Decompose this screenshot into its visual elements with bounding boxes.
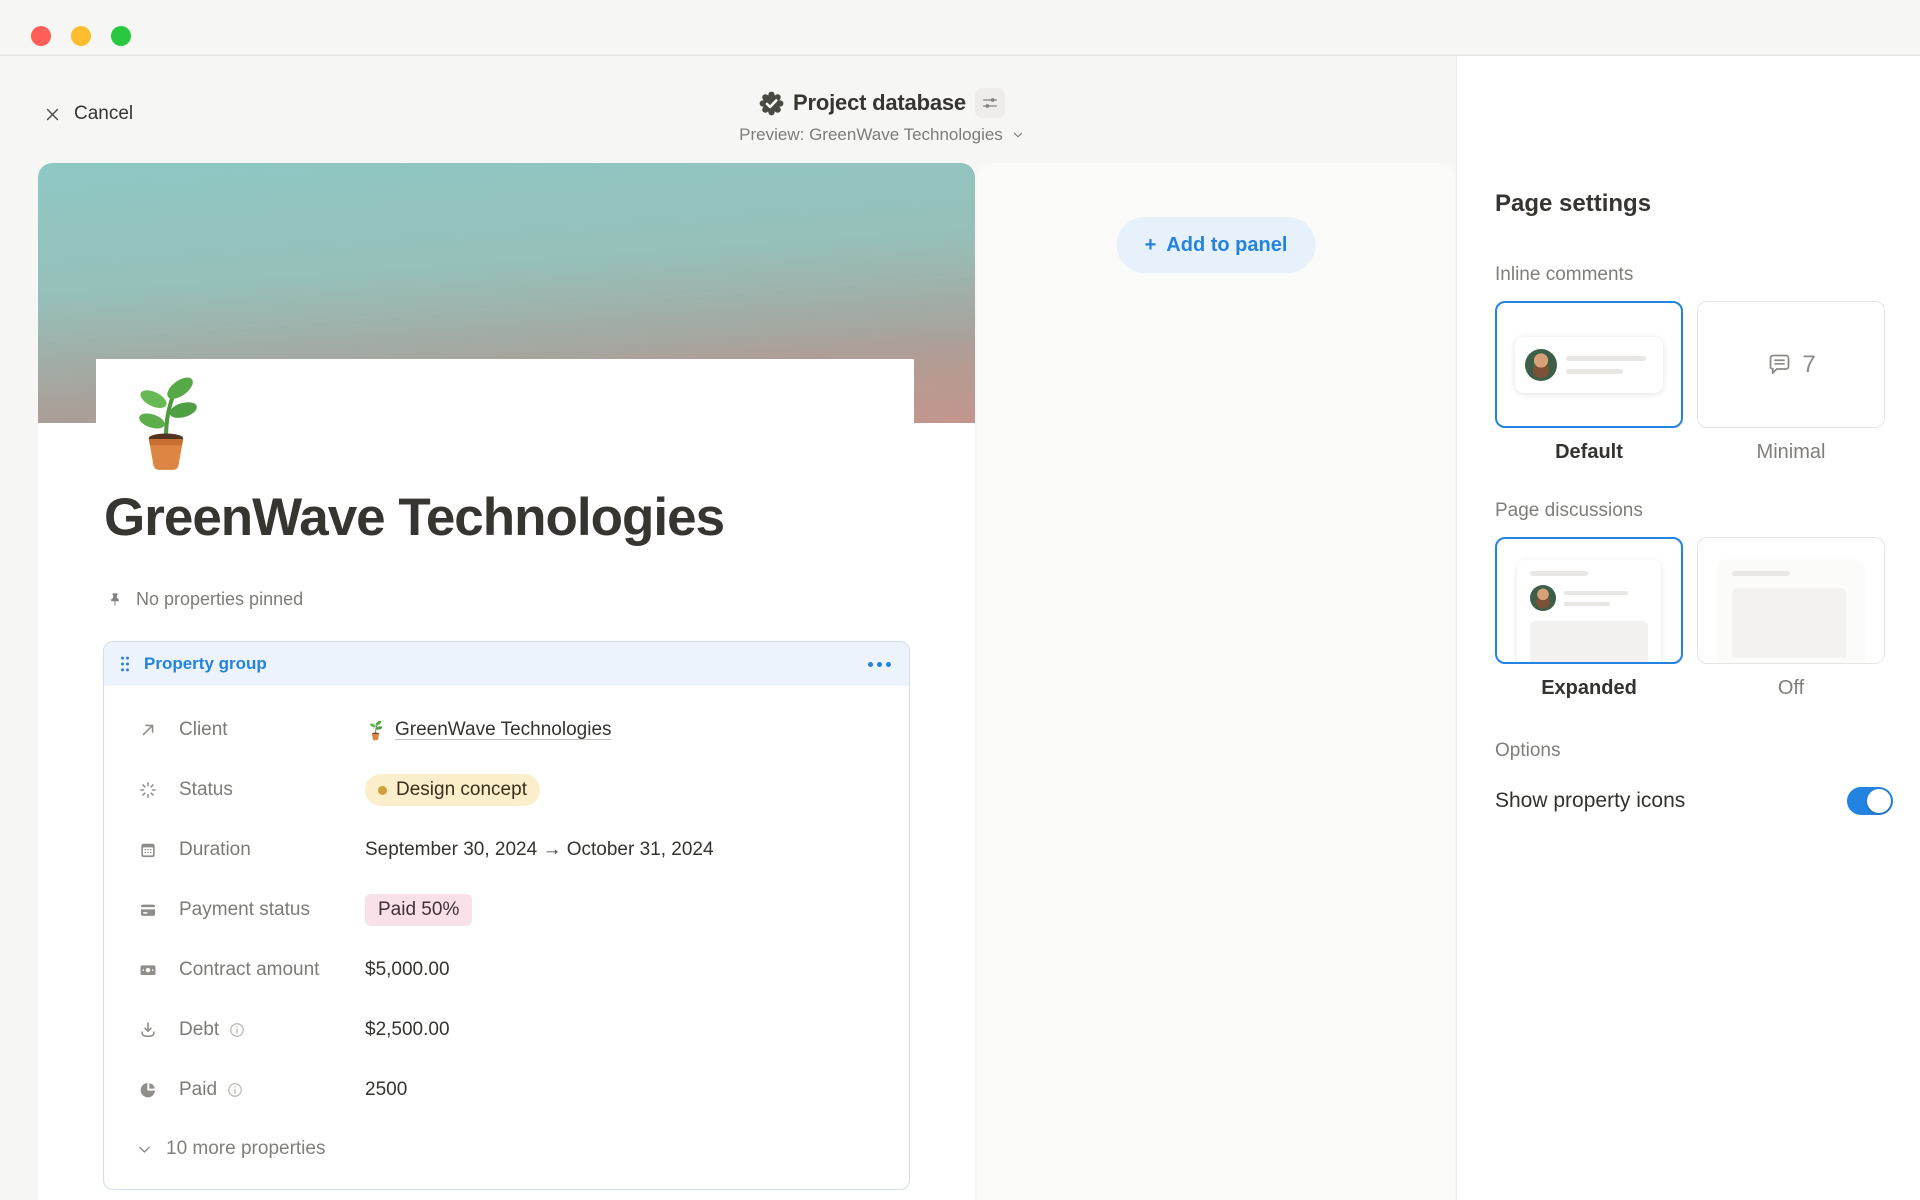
page-title: Project database xyxy=(793,90,966,116)
status-dot xyxy=(378,786,387,795)
property-row-status: Status Design concept xyxy=(104,760,909,820)
status-badge[interactable]: Design concept xyxy=(365,774,540,806)
comments-panel: + Add to panel xyxy=(977,163,1455,1200)
potted-plant-icon[interactable] xyxy=(116,369,216,473)
pinned-properties-note: No properties pinned xyxy=(106,589,914,610)
show-property-icons-toggle[interactable] xyxy=(1847,787,1893,815)
discussion-preview-thumbnail xyxy=(1517,560,1661,664)
download-icon xyxy=(138,1019,160,1041)
payment-status-badge[interactable]: Paid 50% xyxy=(365,894,472,926)
property-row-debt: Debt $2,500.00 xyxy=(104,1000,909,1060)
show-property-icons-label: Show property icons xyxy=(1495,789,1685,813)
page-preview: GreenWave Technologies No properties pin… xyxy=(38,163,975,1200)
property-group-header[interactable]: Property group xyxy=(104,642,909,686)
comment-count: 7 xyxy=(1802,351,1815,379)
inline-comments-default-caption: Default xyxy=(1495,441,1683,464)
header-title-block: Project database Preview: GreenWave Tech… xyxy=(682,88,1082,145)
page-discussions-label: Page discussions xyxy=(1495,500,1920,522)
discussion-off-thumbnail xyxy=(1719,560,1863,664)
potted-plant-icon xyxy=(365,719,386,741)
cancel-button[interactable]: Cancel xyxy=(44,103,133,125)
pin-icon xyxy=(106,591,124,609)
customize-page-dialog: Cancel Project database xyxy=(0,0,1920,1200)
contract-amount-value[interactable]: $5,000.00 xyxy=(365,959,450,981)
duration-value[interactable]: September 30, 2024 → October 31, 2024 xyxy=(365,839,714,861)
chevron-down-icon xyxy=(136,1141,153,1158)
property-row-contract-amount: Contract amount $5,000.00 xyxy=(104,940,909,1000)
property-row-payment-status: Payment status Paid 50% xyxy=(104,880,909,940)
comment-bubble-icon xyxy=(1766,351,1793,378)
minimize-window-button[interactable] xyxy=(71,26,91,46)
info-icon[interactable] xyxy=(226,1081,244,1099)
window-controls xyxy=(31,26,131,46)
avatar xyxy=(1525,349,1557,381)
property-group-title: Property group xyxy=(144,654,267,674)
inline-comments-default-option[interactable] xyxy=(1495,301,1683,428)
page-discussions-off-option[interactable] xyxy=(1697,537,1885,664)
inline-comments-minimal-caption: Minimal xyxy=(1697,441,1885,464)
page-settings-sidebar: Page settings Inline comments xyxy=(1456,56,1920,1200)
verified-badge-icon xyxy=(759,91,784,116)
info-icon[interactable] xyxy=(228,1021,246,1039)
pie-chart-icon xyxy=(138,1079,160,1101)
paid-value[interactable]: 2500 xyxy=(365,1079,407,1101)
cancel-label: Cancel xyxy=(74,103,133,125)
zoom-window-button[interactable] xyxy=(111,26,131,46)
property-row-client: Client xyxy=(104,700,909,760)
client-value[interactable]: GreenWave Technologies xyxy=(365,719,612,741)
arrow-up-right-icon xyxy=(138,719,160,741)
debt-value[interactable]: $2,500.00 xyxy=(365,1019,450,1041)
group-options-button[interactable] xyxy=(868,662,891,667)
calendar-icon xyxy=(138,839,160,861)
add-to-panel-button[interactable]: + Add to panel xyxy=(1117,217,1316,273)
inline-comments-minimal-option[interactable]: 7 xyxy=(1697,301,1885,428)
credit-card-icon xyxy=(138,899,160,921)
property-list: Client xyxy=(104,686,909,1178)
options-label: Options xyxy=(1495,740,1920,762)
status-spinner-icon xyxy=(138,779,160,801)
property-row-paid: Paid 2500 xyxy=(104,1060,909,1120)
page-settings-title: Page settings xyxy=(1495,190,1920,218)
view-settings-button[interactable] xyxy=(975,88,1005,118)
chevron-down-icon xyxy=(1011,128,1025,142)
more-properties-toggle[interactable]: 10 more properties xyxy=(104,1120,909,1178)
property-row-duration: Duration September 30, 2024 → October 31… xyxy=(104,820,909,880)
property-group-card: Property group Client xyxy=(103,641,910,1190)
close-window-button[interactable] xyxy=(31,26,51,46)
plus-icon: + xyxy=(1145,234,1157,257)
page-content: GreenWave Technologies No properties pin… xyxy=(96,359,914,1200)
window-titlebar xyxy=(0,0,1920,56)
page-discussions-off-caption: Off xyxy=(1697,677,1885,700)
page-discussions-expanded-caption: Expanded xyxy=(1495,677,1683,700)
page-discussions-expanded-option[interactable] xyxy=(1495,537,1683,664)
close-icon xyxy=(44,106,61,123)
drag-handle-icon xyxy=(118,654,132,674)
banknote-icon xyxy=(138,959,160,981)
avatar xyxy=(1530,585,1556,611)
sliders-icon xyxy=(981,94,999,112)
preview-page-title[interactable]: GreenWave Technologies xyxy=(104,487,914,549)
comment-preview-thumbnail xyxy=(1515,337,1663,393)
preview-label: Preview: GreenWave Technologies xyxy=(739,125,1003,145)
inline-comments-label: Inline comments xyxy=(1495,264,1920,286)
preview-selector[interactable]: Preview: GreenWave Technologies xyxy=(682,125,1082,145)
